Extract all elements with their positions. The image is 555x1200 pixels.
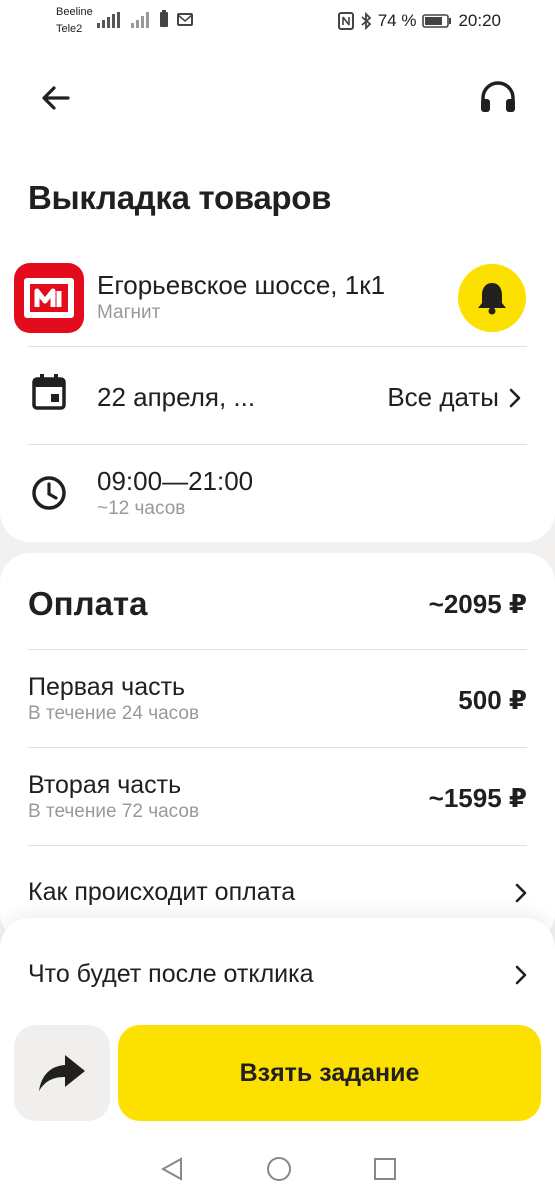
chevron-right-icon [509,388,521,407]
how-payment-label: Как происходит оплата [28,878,296,906]
chevron-right-icon [515,965,527,984]
carrier-2: Tele2 [56,23,83,35]
arrow-left-icon [42,86,70,110]
divider [28,346,527,347]
payment-title: Оплата [28,585,148,622]
payment-card: Оплата ~2095 ₽ Первая часть В течение 24… [0,553,555,943]
all-dates-link[interactable]: Все даты [387,382,521,413]
share-arrow-icon [39,1055,85,1091]
battery-percent: 74 % [377,11,417,30]
clock-icon [32,476,66,510]
task-date: 22 апреля, ... [97,382,256,412]
store-name: Магнит [97,302,161,323]
divider [28,747,527,748]
payment-part-label: Первая часть [28,673,186,701]
headset-icon [481,81,515,112]
signal-icon [97,12,120,28]
how-payment-works-link[interactable]: Как происходит оплата [28,878,527,907]
message-icon [177,13,193,26]
system-nav-bar [0,1138,555,1200]
back-button[interactable] [34,76,78,120]
all-dates-label: Все даты [387,382,499,412]
task-details-card: Выкладка товаров Егорьевское шоссе, 1к1 … [0,44,555,542]
payment-part-sub: В течение 24 часов [28,703,200,724]
nav-back-icon[interactable] [159,1156,185,1182]
magnit-logo-icon [24,278,74,318]
share-button[interactable] [14,1025,110,1121]
nav-recents-icon[interactable] [373,1157,397,1181]
divider [28,845,527,846]
battery-saver-icon [160,10,168,27]
clock-icon-wrap [28,472,70,514]
signal-2-icon [131,12,149,28]
clock: 20:20 [458,11,501,30]
status-icons [97,10,195,28]
payment-part-label: Вторая часть [28,771,182,799]
payment-part-amount: 500 ₽ [458,685,527,715]
status-bar: Beeline Tele2 74 % 20:20 [0,0,555,44]
notify-button[interactable] [458,264,526,332]
divider [28,649,527,650]
page-title: Выкладка товаров [28,179,332,216]
payment-part-sub: В течение 72 часов [28,801,200,822]
after-response-label: Что будет после отклика [28,960,314,988]
store-logo [14,263,84,333]
status-right: 74 % 20:20 [337,11,501,31]
after-response-link[interactable]: Что будет после отклика [28,960,527,989]
take-task-button[interactable]: Взять задание [118,1025,541,1121]
payment-total: ~2095 ₽ [428,589,527,619]
time-duration: ~12 часов [97,498,186,519]
carrier-1: Beeline [56,6,93,18]
nav-home-icon[interactable] [265,1155,293,1183]
battery-icon [422,14,452,28]
calendar-icon [32,374,66,410]
bluetooth-icon [361,12,372,30]
support-button[interactable] [476,76,520,120]
bell-icon [478,283,506,315]
time-range: 09:00—21:00 [97,466,254,496]
divider [28,444,527,445]
nfc-icon [337,12,354,30]
chevron-right-icon [515,883,527,902]
calendar-icon-wrap [28,371,70,413]
payment-part-amount: ~1595 ₽ [428,783,527,813]
store-address: Егорьевское шоссе, 1к1 [97,270,386,300]
